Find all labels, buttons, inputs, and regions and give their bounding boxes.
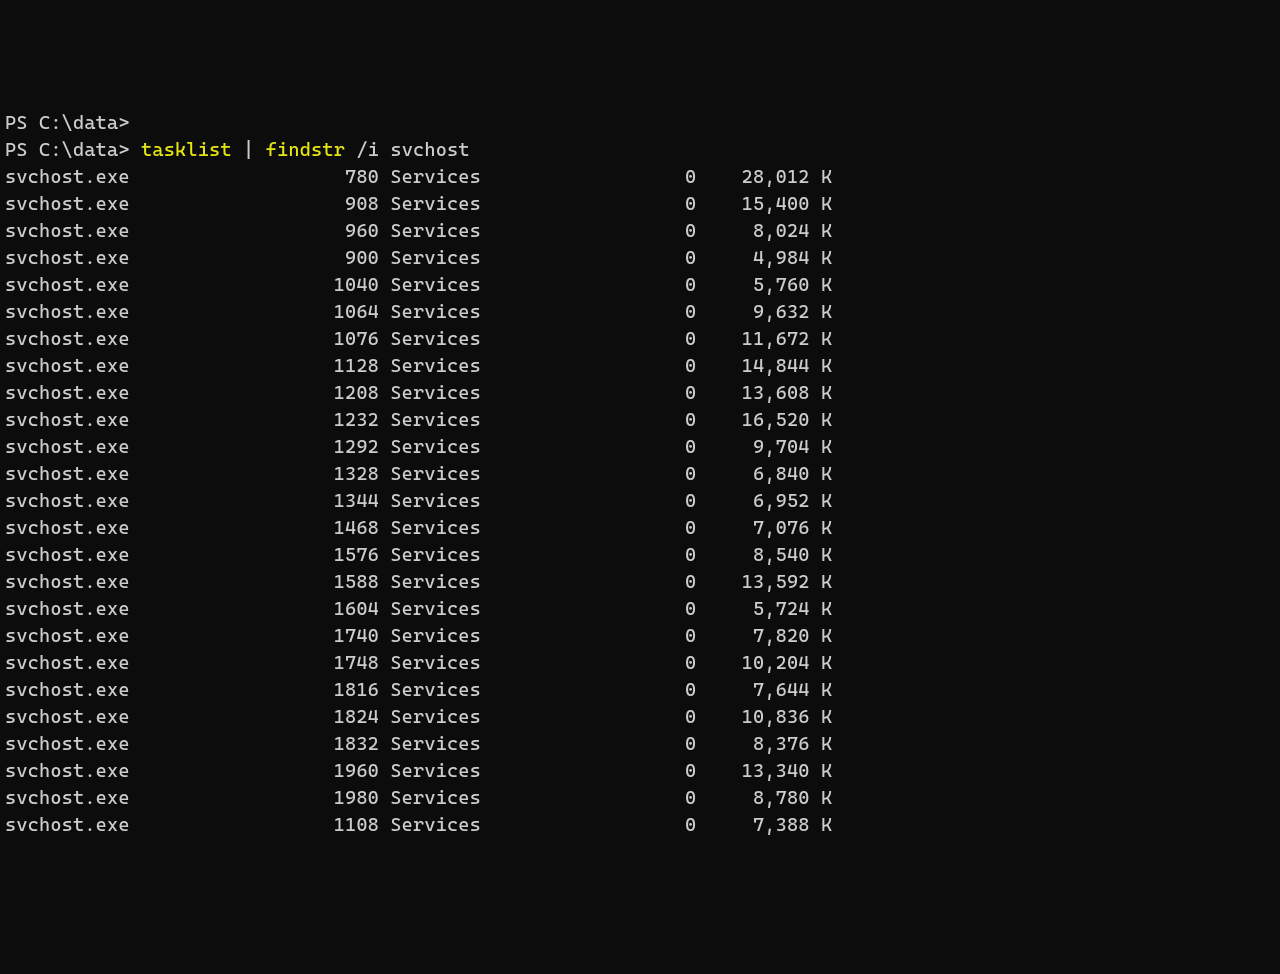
pipe-operator: | xyxy=(232,139,266,161)
prompt-prefix: PS xyxy=(5,139,39,161)
process-row: svchost.exe 1064 Services 0 9,632 K xyxy=(5,299,1275,326)
process-row: svchost.exe 960 Services 0 8,024 K xyxy=(5,218,1275,245)
prompt-suffix: > xyxy=(118,112,129,134)
process-row: svchost.exe 1292 Services 0 9,704 K xyxy=(5,434,1275,461)
prompt-path: C:\data xyxy=(39,112,118,134)
process-row: svchost.exe 1076 Services 0 11,672 K xyxy=(5,326,1275,353)
process-row: svchost.exe 1344 Services 0 6,952 K xyxy=(5,488,1275,515)
process-row: svchost.exe 1824 Services 0 10,836 K xyxy=(5,704,1275,731)
process-row: svchost.exe 1604 Services 0 5,724 K xyxy=(5,596,1275,623)
powershell-terminal[interactable]: PS C:\data> PS C:\data> tasklist | finds… xyxy=(5,110,1275,839)
prompt-path: C:\data xyxy=(39,139,118,161)
process-row: svchost.exe 780 Services 0 28,012 K xyxy=(5,164,1275,191)
process-row: svchost.exe 908 Services 0 15,400 K xyxy=(5,191,1275,218)
process-row: svchost.exe 1232 Services 0 16,520 K xyxy=(5,407,1275,434)
process-row: svchost.exe 1588 Services 0 13,592 K xyxy=(5,569,1275,596)
process-row: svchost.exe 1576 Services 0 8,540 K xyxy=(5,542,1275,569)
process-row: svchost.exe 1816 Services 0 7,644 K xyxy=(5,677,1275,704)
prompt-line-empty: PS C:\data> xyxy=(5,110,1275,137)
process-row: svchost.exe 1960 Services 0 13,340 K xyxy=(5,758,1275,785)
process-row: svchost.exe 1328 Services 0 6,840 K xyxy=(5,461,1275,488)
prompt-suffix: > xyxy=(118,139,129,161)
process-row: svchost.exe 1108 Services 0 7,388 K xyxy=(5,812,1275,839)
process-row: svchost.exe 1040 Services 0 5,760 K xyxy=(5,272,1275,299)
process-row: svchost.exe 900 Services 0 4,984 K xyxy=(5,245,1275,272)
command-findstr: findstr xyxy=(266,139,345,161)
process-row: svchost.exe 1980 Services 0 8,780 K xyxy=(5,785,1275,812)
command-args: /i svchost xyxy=(345,139,470,161)
command-tasklist: tasklist xyxy=(141,139,232,161)
process-row: svchost.exe 1468 Services 0 7,076 K xyxy=(5,515,1275,542)
process-row: svchost.exe 1740 Services 0 7,820 K xyxy=(5,623,1275,650)
process-row: svchost.exe 1208 Services 0 13,608 K xyxy=(5,380,1275,407)
prompt-prefix: PS xyxy=(5,112,39,134)
process-row: svchost.exe 1748 Services 0 10,204 K xyxy=(5,650,1275,677)
process-row: svchost.exe 1832 Services 0 8,376 K xyxy=(5,731,1275,758)
prompt-line-command: PS C:\data> tasklist | findstr /i svchos… xyxy=(5,137,1275,164)
process-row: svchost.exe 1128 Services 0 14,844 K xyxy=(5,353,1275,380)
